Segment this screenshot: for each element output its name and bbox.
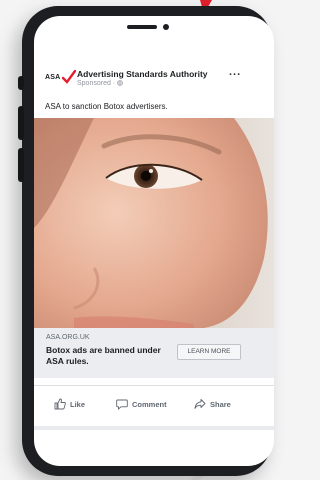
speaker-grille xyxy=(127,25,157,29)
sponsored-text: Sponsored · xyxy=(77,80,118,87)
volume-down-button xyxy=(18,148,24,182)
share-button[interactable]: Share xyxy=(194,392,231,416)
mute-switch xyxy=(18,76,24,90)
actions-divider xyxy=(34,385,274,386)
comment-icon xyxy=(116,399,128,410)
share-icon xyxy=(194,399,206,409)
more-options-button[interactable]: ... xyxy=(229,66,241,78)
asa-logo[interactable]: ASA xyxy=(45,70,76,84)
page-name-link[interactable]: Advertising Standards Authority xyxy=(77,69,208,79)
sponsored-label: Sponsored · xyxy=(77,80,123,87)
feed-separator xyxy=(34,426,274,430)
like-button[interactable]: Like xyxy=(54,392,85,416)
globe-icon xyxy=(117,80,123,86)
front-camera xyxy=(163,24,169,30)
sponsored-post: ASA Advertising Standards Authority Spon… xyxy=(34,50,274,430)
asa-logo-text: ASA xyxy=(45,74,61,81)
link-domain: ASA.ORG.UK xyxy=(46,334,90,341)
post-caption: ASA to sanction Botox advertisers. xyxy=(45,102,168,111)
link-title: Botox ads are banned under ASA rules. xyxy=(46,345,161,366)
share-label: Share xyxy=(210,399,231,409)
comment-label: Comment xyxy=(132,399,167,409)
post-actions: Like Comment Share xyxy=(34,392,274,416)
phone-screen: ASA Advertising Standards Authority Spon… xyxy=(34,16,274,466)
tick-icon xyxy=(62,70,76,84)
comment-button[interactable]: Comment xyxy=(116,392,167,416)
post-header: ASA Advertising Standards Authority Spon… xyxy=(34,50,274,87)
learn-more-button[interactable]: LEARN MORE xyxy=(177,344,241,360)
like-label: Like xyxy=(70,399,86,409)
volume-up-button xyxy=(18,106,24,140)
ad-photo-face[interactable] xyxy=(34,118,274,328)
link-preview[interactable]: ASA.ORG.UK Botox ads are banned under AS… xyxy=(34,328,274,378)
phone-frame: ASA Advertising Standards Authority Spon… xyxy=(18,6,274,476)
thumbs-up-icon xyxy=(54,398,66,410)
